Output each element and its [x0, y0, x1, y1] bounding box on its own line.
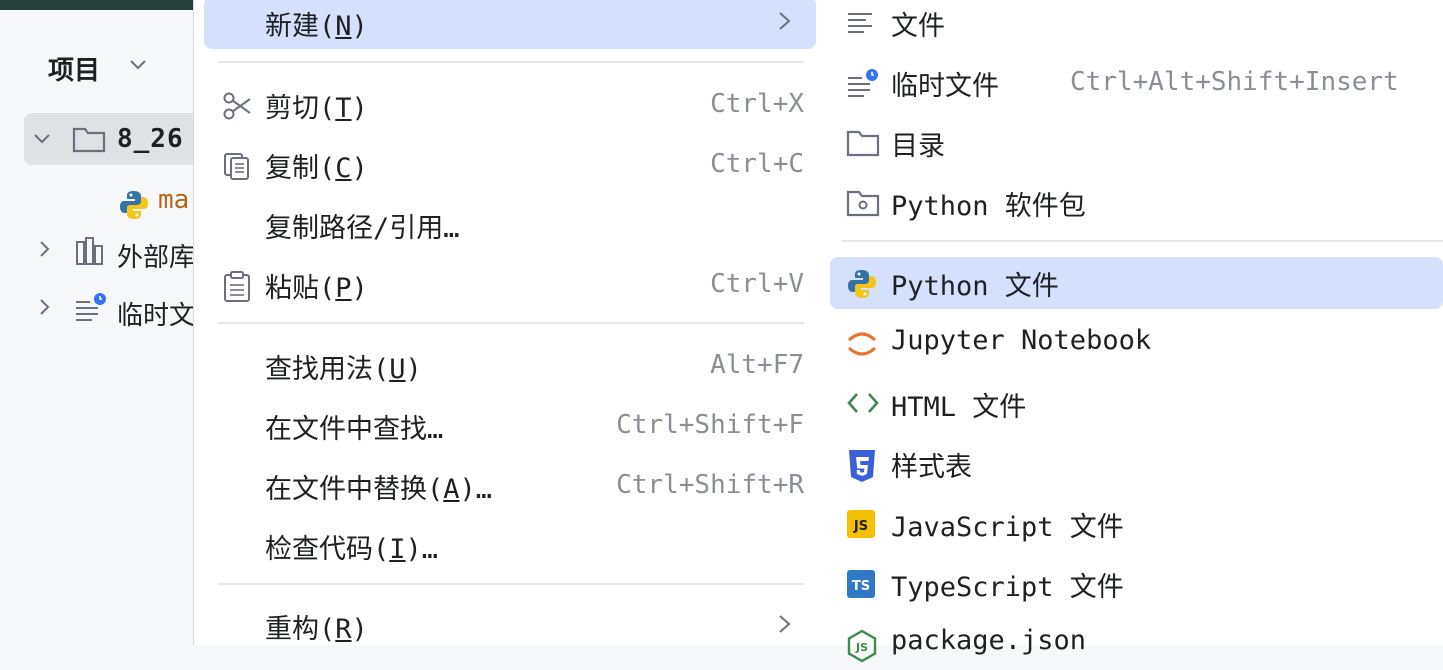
clipboard-icon	[224, 271, 250, 302]
chevron-down-icon[interactable]	[32, 128, 52, 148]
menu-item-copy[interactable]: 复制(C) Ctrl+C	[194, 139, 820, 191]
typescript-icon: TS	[847, 570, 875, 598]
svg-text:JS: JS	[853, 519, 868, 534]
menu-item-refactor[interactable]: 重构(R)	[194, 600, 820, 652]
menu-item-shortcut: Ctrl+C	[710, 149, 804, 179]
menu-item-shortcut: Ctrl+Shift+R	[616, 470, 804, 500]
submenu-item-file[interactable]: 文件	[830, 0, 1443, 49]
menu-item-new[interactable]: 新建(N)	[204, 0, 816, 49]
menu-item-label: 在文件中查找…	[265, 414, 444, 445]
submenu-item-label: 文件	[891, 11, 945, 42]
submenu-item-label: HTML 文件	[891, 392, 1027, 423]
menu-item-label: 新建(N)	[265, 11, 368, 42]
python-icon	[120, 191, 148, 219]
submenu-item-label: TypeScript 文件	[891, 572, 1124, 603]
submenu-item-stylesheet[interactable]: 样式表	[830, 438, 1443, 490]
nodejs-icon: JS	[847, 629, 877, 663]
tree-item-label: ma	[158, 185, 190, 215]
project-panel: 项目 8_26 ma 外部库 临时文	[0, 10, 204, 645]
svg-text:JS: JS	[855, 641, 868, 654]
chevron-right-icon[interactable]	[34, 239, 54, 259]
submenu-item-html-file[interactable]: HTML 文件	[830, 378, 1443, 430]
menu-item-find-usages[interactable]: 查找用法(U) Alt+F7	[194, 340, 820, 392]
package-folder-icon	[846, 190, 880, 217]
tree-item-project-root[interactable]: 8_26	[24, 113, 204, 165]
menu-item-shortcut: Alt+F7	[710, 350, 804, 380]
tree-item-label: 外部库	[117, 243, 196, 273]
submenu-item-directory[interactable]: 目录	[830, 117, 1443, 169]
scratch-file-icon	[848, 69, 878, 97]
submenu-item-label: Jupyter Notebook	[891, 325, 1152, 356]
chevron-right-icon	[779, 615, 791, 633]
scratch-file-icon	[76, 293, 106, 321]
tree-item-external-libraries[interactable]: 外部库	[24, 226, 204, 278]
submenu-item-javascript-file[interactable]: JS JavaScript 文件	[830, 498, 1443, 550]
menu-item-cut[interactable]: 剪切(T) Ctrl+X	[194, 79, 820, 131]
submenu-item-label: 样式表	[891, 452, 972, 483]
menu-separator	[218, 322, 804, 324]
new-submenu: 文件 临时文件 Ctrl+Alt+Shift+Insert 目录 Python …	[820, 0, 1443, 663]
menu-separator	[218, 583, 804, 585]
panel-title: 项目	[48, 56, 101, 86]
submenu-item-typescript-file[interactable]: TS TypeScript 文件	[830, 558, 1443, 610]
menu-item-label: 重构(R)	[265, 614, 368, 645]
submenu-separator	[842, 240, 1443, 242]
menu-item-label: 剪切(T)	[265, 93, 368, 124]
menu-item-shortcut: Ctrl+Shift+F	[616, 410, 804, 440]
chevron-right-icon	[779, 12, 791, 30]
scissors-icon	[223, 92, 251, 120]
jupyter-icon	[847, 332, 877, 356]
menu-item-label: 粘贴(P)	[265, 273, 368, 304]
menu-item-inspect-code[interactable]: 检查代码(I)…	[194, 520, 820, 572]
window-top-bar	[0, 0, 193, 10]
submenu-item-label: JavaScript 文件	[891, 512, 1124, 543]
submenu-item-label: 临时文件	[891, 71, 999, 102]
menu-separator	[218, 61, 804, 63]
submenu-item-scratch-file[interactable]: 临时文件 Ctrl+Alt+Shift+Insert	[830, 57, 1443, 109]
submenu-item-jupyter-notebook[interactable]: Jupyter Notebook	[830, 318, 1443, 370]
tree-item-label: 临时文	[117, 301, 196, 331]
menu-item-shortcut: Ctrl+X	[710, 89, 804, 119]
library-icon	[76, 237, 103, 265]
css-icon	[849, 450, 875, 482]
menu-item-label: 查找用法(U)	[265, 354, 422, 385]
tree-item-main-file[interactable]: ma	[24, 174, 204, 226]
python-icon	[848, 270, 876, 298]
submenu-item-label: Python 文件	[891, 271, 1059, 302]
submenu-item-package-json[interactable]: JS package.json	[830, 618, 1443, 670]
menu-item-label: 复制(C)	[265, 153, 368, 184]
menu-item-label: 检查代码(I)…	[265, 534, 439, 565]
menu-item-replace-in-files[interactable]: 在文件中替换(A)… Ctrl+Shift+R	[194, 460, 820, 512]
javascript-icon: JS	[847, 510, 875, 538]
chevron-right-icon[interactable]	[34, 297, 54, 317]
submenu-item-label: package.json	[891, 625, 1087, 656]
menu-item-shortcut: Ctrl+V	[710, 269, 804, 299]
chevron-down-icon[interactable]	[126, 52, 150, 76]
html-tag-icon	[847, 393, 879, 413]
folder-icon	[72, 127, 106, 153]
svg-text:TS: TS	[852, 579, 870, 594]
submenu-item-label: Python 软件包	[891, 191, 1086, 222]
menu-item-label: 复制路径/引用…	[265, 213, 460, 244]
submenu-item-python-file[interactable]: Python 文件	[830, 257, 1443, 309]
submenu-item-python-package[interactable]: Python 软件包	[830, 177, 1443, 229]
text-file-icon	[848, 13, 872, 33]
folder-icon	[846, 130, 880, 157]
tree-item-scratches[interactable]: 临时文	[24, 284, 204, 336]
menu-item-label: 在文件中替换(A)…	[265, 474, 493, 505]
context-menu: 新建(N) 剪切(T) Ctrl+X 复制(C) Ctrl+C 复制路径/引用……	[193, 0, 821, 645]
menu-item-find-in-files[interactable]: 在文件中查找… Ctrl+Shift+F	[194, 400, 820, 452]
menu-item-copy-path[interactable]: 复制路径/引用…	[194, 199, 820, 251]
copy-icon	[224, 153, 249, 180]
tree-item-label: 8_26	[117, 124, 184, 154]
submenu-item-label: 目录	[891, 131, 945, 162]
submenu-item-shortcut: Ctrl+Alt+Shift+Insert	[1070, 67, 1399, 97]
menu-item-paste[interactable]: 粘贴(P) Ctrl+V	[194, 259, 820, 311]
